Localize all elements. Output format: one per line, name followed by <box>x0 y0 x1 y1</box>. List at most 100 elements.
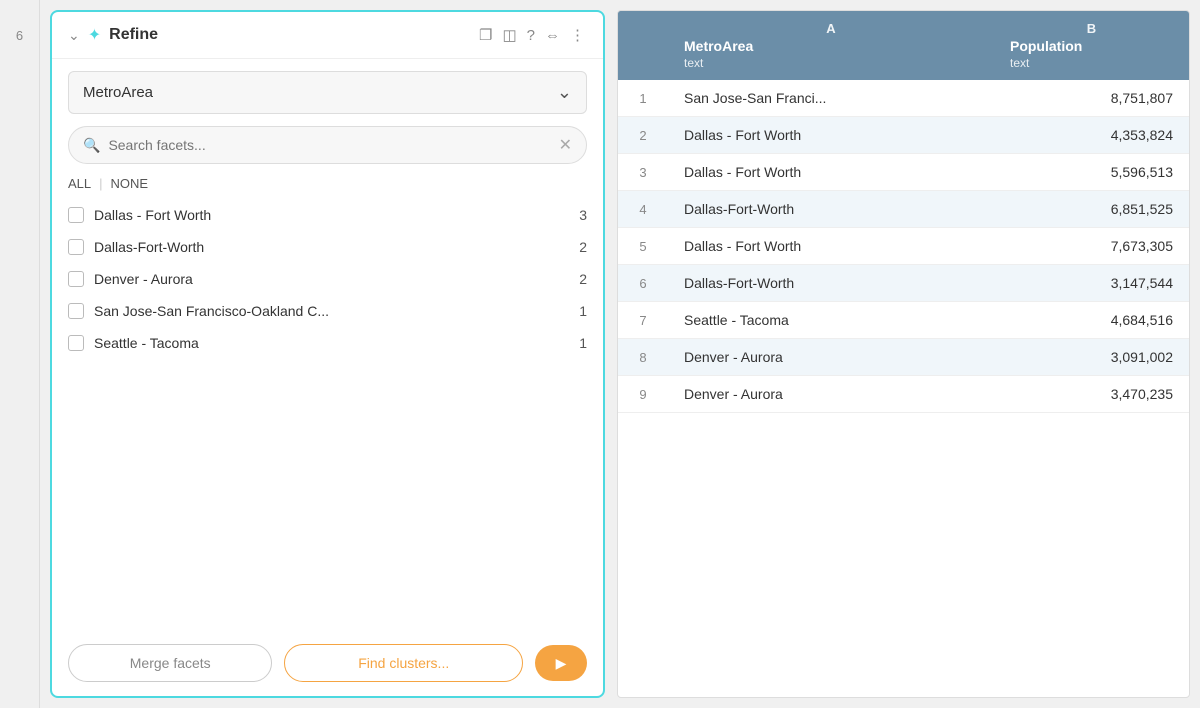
facet-checkbox[interactable] <box>68 207 84 223</box>
facet-checkbox[interactable] <box>68 271 84 287</box>
population-cell: 6,851,525 <box>994 191 1189 228</box>
merge-facets-button[interactable]: Merge facets <box>68 644 272 682</box>
add-column-icon[interactable]: ⇔ <box>543 25 562 46</box>
expand-icon[interactable]: ❐ <box>477 24 494 46</box>
metro-cell: Dallas - Fort Worth <box>668 117 994 154</box>
main-area: ⌄ ✦ Refine ❐ ◫ ? ⇔ ⋮ MetroArea ⌄ 🔍 ✕ ALL… <box>40 0 1200 708</box>
play-icon: ▶ <box>556 655 567 672</box>
search-container: 🔍 ✕ <box>68 126 587 164</box>
panel-header: ⌄ ✦ Refine ❐ ◫ ? ⇔ ⋮ <box>52 12 603 59</box>
filter-controls: ALL | NONE <box>52 176 603 199</box>
row-index: 2 <box>618 117 668 154</box>
facet-item[interactable]: Dallas - Fort Worth 3 <box>68 199 587 231</box>
facet-item[interactable]: Denver - Aurora 2 <box>68 263 587 295</box>
population-cell: 5,596,513 <box>994 154 1189 191</box>
col-a-type: text <box>684 56 703 70</box>
facet-list: Dallas - Fort Worth 3 Dallas-Fort-Worth … <box>52 199 603 630</box>
table-header-row: A MetroArea text B Population text <box>618 11 1189 80</box>
field-selector-arrow: ⌄ <box>557 82 572 103</box>
clear-search-icon[interactable]: ✕ <box>559 135 572 155</box>
row-index: 9 <box>618 376 668 413</box>
panel-footer: Merge facets Find clusters... ▶ <box>52 630 603 696</box>
metro-cell: Seattle - Tacoma <box>668 302 994 339</box>
facet-item[interactable]: Seattle - Tacoma 1 <box>68 327 587 359</box>
facet-label: San Jose-San Francisco-Oakland C... <box>94 303 569 319</box>
none-link[interactable]: NONE <box>111 176 149 191</box>
row-index: 8 <box>618 339 668 376</box>
gutter-row-number: 6 <box>16 28 23 43</box>
refine-panel: ⌄ ✦ Refine ❐ ◫ ? ⇔ ⋮ MetroArea ⌄ 🔍 ✕ ALL… <box>50 10 605 698</box>
filter-divider: | <box>99 176 102 191</box>
all-link[interactable]: ALL <box>68 176 91 191</box>
row-index: 5 <box>618 228 668 265</box>
population-cell: 3,147,544 <box>994 265 1189 302</box>
table-row: 1 San Jose-San Franci... 8,751,807 <box>618 80 1189 117</box>
field-selector-label: MetroArea <box>83 84 153 101</box>
panel-header-icons: ❐ ◫ ? ⇔ ⋮ <box>477 24 587 46</box>
col-b-name: Population <box>1010 38 1082 54</box>
facet-count: 2 <box>579 239 587 255</box>
row-index: 3 <box>618 154 668 191</box>
facet-label: Denver - Aurora <box>94 271 569 287</box>
population-cell: 3,470,235 <box>994 376 1189 413</box>
metro-cell: San Jose-San Franci... <box>668 80 994 117</box>
table-row: 6 Dallas-Fort-Worth 3,147,544 <box>618 265 1189 302</box>
metro-cell: Dallas - Fort Worth <box>668 228 994 265</box>
facet-checkbox[interactable] <box>68 239 84 255</box>
facet-checkbox[interactable] <box>68 335 84 351</box>
facet-label: Dallas-Fort-Worth <box>94 239 569 255</box>
table-body: 1 San Jose-San Franci... 8,751,807 2 Dal… <box>618 80 1189 413</box>
bell-icon[interactable]: ◫ <box>500 24 518 46</box>
collapse-icon[interactable]: ⌄ <box>68 27 80 44</box>
col-b-type: text <box>1010 56 1029 70</box>
population-cell: 3,091,002 <box>994 339 1189 376</box>
play-button[interactable]: ▶ <box>535 645 587 681</box>
facet-label: Seattle - Tacoma <box>94 335 569 351</box>
facet-count: 1 <box>579 303 587 319</box>
search-input[interactable] <box>108 137 550 153</box>
col-a-header: A MetroArea text <box>668 11 994 80</box>
table-row: 7 Seattle - Tacoma 4,684,516 <box>618 302 1189 339</box>
row-index: 4 <box>618 191 668 228</box>
row-index: 6 <box>618 265 668 302</box>
table-row: 5 Dallas - Fort Worth 7,673,305 <box>618 228 1189 265</box>
row-gutter: 6 <box>0 0 40 708</box>
sparkle-icon: ✦ <box>88 25 101 45</box>
col-a-letter: A <box>684 21 978 36</box>
table-row: 8 Denver - Aurora 3,091,002 <box>618 339 1189 376</box>
col-b-letter: B <box>1010 21 1173 36</box>
facet-item[interactable]: San Jose-San Francisco-Oakland C... 1 <box>68 295 587 327</box>
population-cell: 8,751,807 <box>994 80 1189 117</box>
table-row: 9 Denver - Aurora 3,470,235 <box>618 376 1189 413</box>
facet-count: 3 <box>579 207 587 223</box>
col-a-name: MetroArea <box>684 38 753 54</box>
facet-count: 1 <box>579 335 587 351</box>
help-icon[interactable]: ? <box>525 25 537 46</box>
facet-count: 2 <box>579 271 587 287</box>
row-index: 1 <box>618 80 668 117</box>
facet-label: Dallas - Fort Worth <box>94 207 569 223</box>
col-index-header <box>618 11 668 80</box>
field-selector[interactable]: MetroArea ⌄ <box>68 71 587 114</box>
facet-checkbox[interactable] <box>68 303 84 319</box>
table-row: 2 Dallas - Fort Worth 4,353,824 <box>618 117 1189 154</box>
row-index: 7 <box>618 302 668 339</box>
facet-item[interactable]: Dallas-Fort-Worth 2 <box>68 231 587 263</box>
col-b-header: B Population text <box>994 11 1189 80</box>
search-icon: 🔍 <box>83 137 100 154</box>
metro-cell: Denver - Aurora <box>668 339 994 376</box>
metro-cell: Dallas - Fort Worth <box>668 154 994 191</box>
more-options-icon[interactable]: ⋮ <box>568 24 587 46</box>
metro-cell: Dallas-Fort-Worth <box>668 265 994 302</box>
table-container: A MetroArea text B Population text 1 San… <box>617 10 1190 698</box>
population-cell: 4,353,824 <box>994 117 1189 154</box>
population-cell: 4,684,516 <box>994 302 1189 339</box>
metro-cell: Dallas-Fort-Worth <box>668 191 994 228</box>
population-cell: 7,673,305 <box>994 228 1189 265</box>
table-row: 3 Dallas - Fort Worth 5,596,513 <box>618 154 1189 191</box>
find-clusters-button[interactable]: Find clusters... <box>284 644 523 682</box>
metro-cell: Denver - Aurora <box>668 376 994 413</box>
table-row: 4 Dallas-Fort-Worth 6,851,525 <box>618 191 1189 228</box>
data-table: A MetroArea text B Population text 1 San… <box>618 11 1189 413</box>
panel-title: Refine <box>109 26 158 44</box>
